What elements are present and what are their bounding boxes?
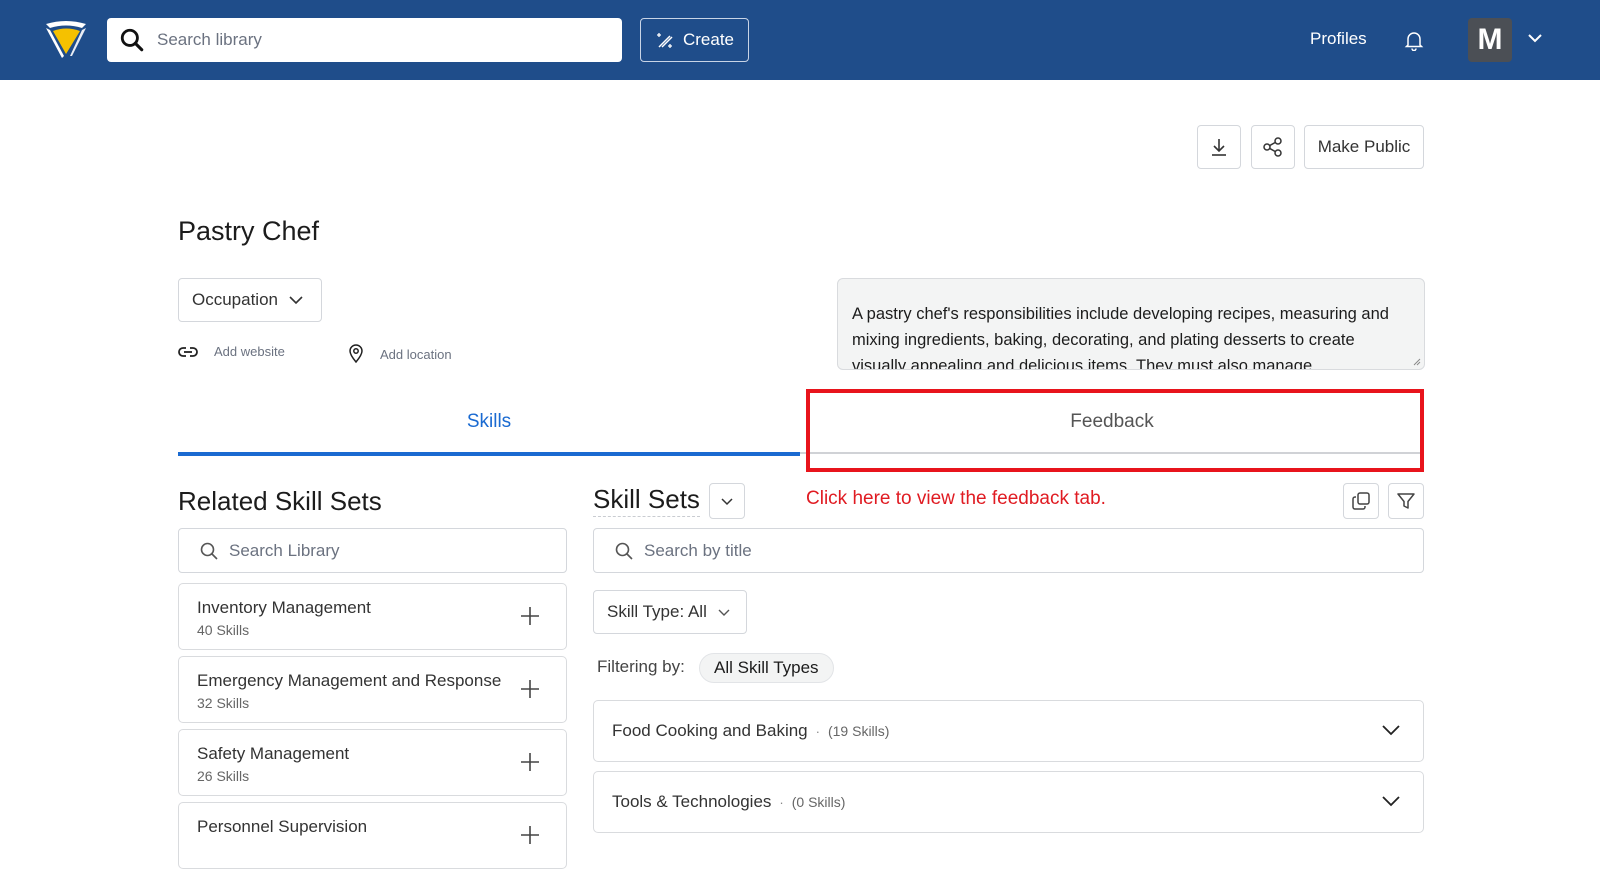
create-button[interactable]: Create xyxy=(640,18,749,62)
chevron-down-icon xyxy=(718,609,730,616)
separator-dot: · xyxy=(779,794,784,810)
library-search-input[interactable] xyxy=(157,30,597,50)
filter-icon xyxy=(1397,493,1415,509)
related-skill-sets-title: Related Skill Sets xyxy=(178,486,382,516)
annotation-text: Click here to view the feedback tab. xyxy=(806,488,1106,509)
skill-set-name: Emergency Management and Response xyxy=(197,671,502,690)
tab-skills[interactable]: Skills xyxy=(178,392,800,456)
top-navigation-bar: Create Profiles M xyxy=(0,0,1600,80)
chevron-down-icon[interactable] xyxy=(1527,32,1543,44)
skill-sets-dropdown-button[interactable] xyxy=(709,483,745,519)
profile-type-value: Occupation xyxy=(192,290,278,309)
location-pin-icon xyxy=(349,344,363,364)
share-button[interactable] xyxy=(1251,125,1295,169)
copy-button[interactable] xyxy=(1343,483,1379,519)
skill-set-count: 40 Skills xyxy=(197,622,250,638)
tab-feedback-label: Feedback xyxy=(1070,411,1154,432)
filter-chip[interactable]: All Skill Types xyxy=(699,653,834,683)
filter-button[interactable] xyxy=(1388,483,1424,519)
add-icon[interactable] xyxy=(520,679,540,699)
tab-feedback[interactable]: Feedback xyxy=(800,392,1424,454)
create-button-label: Create xyxy=(682,30,735,49)
notifications-bell-icon[interactable] xyxy=(1403,29,1425,51)
filtering-by-label: Filtering by: xyxy=(597,657,685,676)
page-title: Pastry Chef xyxy=(178,216,320,246)
search-icon xyxy=(120,28,144,52)
skill-set-count: 32 Skills xyxy=(197,695,250,711)
chevron-down-icon[interactable] xyxy=(1381,723,1401,737)
add-location-label: Add location xyxy=(380,346,452,362)
skill-sets-search-box[interactable] xyxy=(593,528,1424,573)
add-icon[interactable] xyxy=(520,752,540,772)
skill-group-accordion[interactable]: Tools & Technologies · (0 Skills) xyxy=(593,771,1424,833)
chevron-down-icon xyxy=(721,497,733,505)
user-avatar[interactable]: M xyxy=(1468,18,1512,62)
share-icon xyxy=(1263,137,1282,157)
description-text: A pastry chef's responsibilities include… xyxy=(852,305,1389,370)
chevron-down-icon xyxy=(289,296,303,305)
skill-group-name: Food Cooking and Baking xyxy=(612,721,808,740)
search-icon xyxy=(200,542,218,560)
search-icon xyxy=(615,542,633,560)
add-location-link[interactable]: Add location xyxy=(348,344,452,364)
make-public-button[interactable]: Make Public xyxy=(1304,125,1424,169)
description-textarea[interactable]: A pastry chef's responsibilities include… xyxy=(837,278,1425,370)
skill-group-name: Tools & Technologies xyxy=(612,792,772,811)
related-skill-set-item[interactable]: Inventory Management 40 Skills xyxy=(178,583,567,650)
skill-type-select[interactable]: Skill Type: All xyxy=(593,590,747,634)
skill-set-name: Personnel Supervision xyxy=(197,817,368,836)
download-icon xyxy=(1212,139,1226,156)
chevron-down-icon[interactable] xyxy=(1381,794,1401,808)
add-website-link[interactable]: Add website xyxy=(178,344,285,359)
profiles-link[interactable]: Profiles xyxy=(1310,29,1367,49)
skill-set-name: Inventory Management xyxy=(197,598,371,617)
skill-sets-search-input[interactable] xyxy=(644,540,944,561)
add-icon[interactable] xyxy=(520,606,540,626)
download-button[interactable] xyxy=(1197,125,1241,169)
link-icon xyxy=(178,346,198,357)
skill-group-count: (0 Skills) xyxy=(791,794,846,810)
skill-sets-title[interactable]: Skill Sets xyxy=(593,484,700,517)
separator-dot: · xyxy=(815,723,820,739)
copy-icon xyxy=(1352,492,1370,510)
related-search-box[interactable] xyxy=(178,528,567,573)
app-logo-icon[interactable] xyxy=(42,16,90,64)
add-website-label: Add website xyxy=(214,344,285,359)
related-skill-set-item[interactable]: Emergency Management and Response 32 Ski… xyxy=(178,656,567,723)
resize-handle-icon[interactable] xyxy=(1413,358,1421,366)
library-search-box[interactable] xyxy=(107,18,622,62)
skill-group-count: (19 Skills) xyxy=(827,723,890,739)
skill-set-count: 26 Skills xyxy=(197,768,250,784)
related-search-input[interactable] xyxy=(229,540,529,561)
add-icon[interactable] xyxy=(520,825,540,845)
skill-set-name: Safety Management xyxy=(197,744,350,763)
skill-type-value: Skill Type: All xyxy=(607,602,707,621)
profile-type-select[interactable]: Occupation xyxy=(178,278,322,322)
tab-skills-label: Skills xyxy=(466,411,512,432)
skill-group-accordion[interactable]: Food Cooking and Baking · (19 Skills) xyxy=(593,700,1424,762)
magic-wand-icon xyxy=(656,33,673,48)
related-skill-set-item[interactable]: Safety Management 26 Skills xyxy=(178,729,567,796)
